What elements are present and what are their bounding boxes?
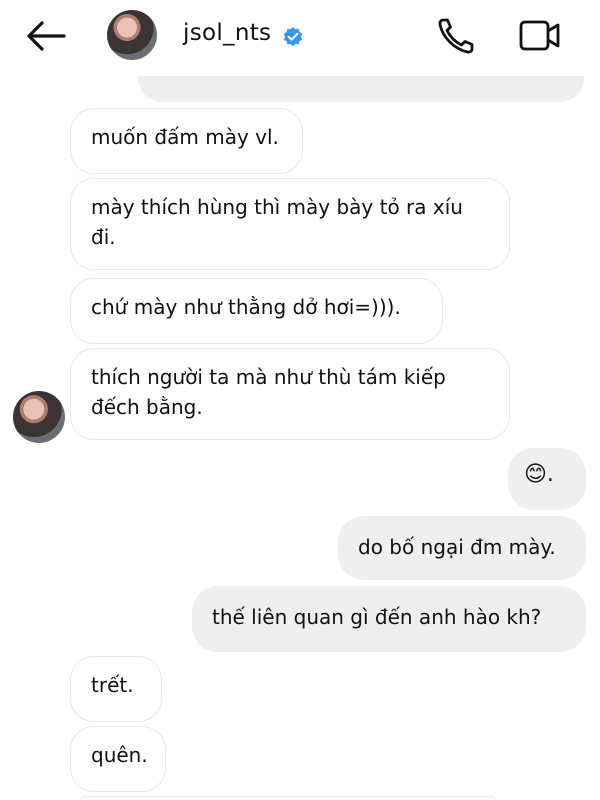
message-text: trết. [91, 673, 134, 697]
message-bubble-received[interactable]: quên. [70, 726, 166, 792]
message-bubble-sent[interactable]: 😊. [508, 448, 586, 510]
message-text: do bố ngại đm mày. [358, 535, 556, 559]
username[interactable]: jsol_nts [183, 20, 271, 46]
sender-avatar[interactable] [13, 391, 65, 443]
video-call-button[interactable] [518, 16, 562, 56]
call-button[interactable] [434, 14, 478, 58]
message-bubble-sent[interactable]: do bố ngại đm mày. [338, 516, 586, 580]
message-bubble-sent[interactable]: thế liên quan gì đến anh hào kh? [192, 586, 586, 652]
message-bubble-received[interactable]: trết. [70, 656, 162, 722]
message-text: chứ mày như thằng dở hơi=))). [91, 295, 401, 319]
message-text: mày thích hùng thì mày bày tỏ ra xíu đi. [91, 195, 463, 249]
message-text: 😊. [524, 462, 554, 487]
back-button[interactable] [22, 16, 70, 56]
message-text: thích người ta mà như thù tám kiếp đếch … [91, 365, 446, 419]
avatar[interactable] [107, 10, 157, 60]
message-text: muốn đấm mày vl. [91, 125, 279, 149]
message-text: thế liên quan gì đến anh hào kh? [212, 605, 542, 629]
message-bubble-received[interactable]: chứ mày như thằng dở hơi=))). [70, 278, 443, 344]
video-call-icon [519, 20, 560, 51]
message-text: quên. [91, 743, 148, 767]
chat-header: jsol_nts [0, 0, 600, 76]
message-bubble-received[interactable]: thích người ta mà như thù tám kiếp đếch … [70, 348, 510, 440]
verified-badge-icon [283, 27, 303, 47]
message-bubble-received[interactable]: muốn đấm mày vl. [70, 108, 303, 174]
phone-icon [438, 18, 474, 54]
message-bubble-received[interactable]: mày thích hùng thì mày bày tỏ ra xíu đi. [70, 178, 510, 270]
back-arrow-icon [27, 21, 66, 51]
cut-off-message-bubble [78, 796, 498, 800]
